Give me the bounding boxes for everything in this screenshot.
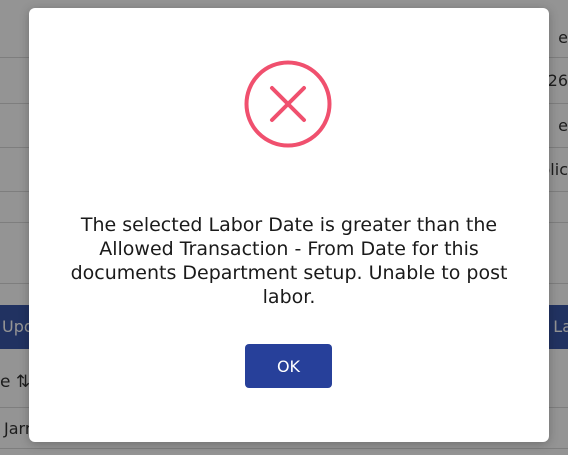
ok-button[interactable]: OK	[245, 344, 332, 388]
dialog-message: The selected Labor Date is greater than …	[70, 214, 508, 308]
error-x-circle-icon	[244, 60, 332, 148]
page: e 026 e olic Upd t La e ⇅ Jarr The selec…	[0, 0, 568, 455]
error-dialog: The selected Labor Date is greater than …	[29, 8, 549, 442]
